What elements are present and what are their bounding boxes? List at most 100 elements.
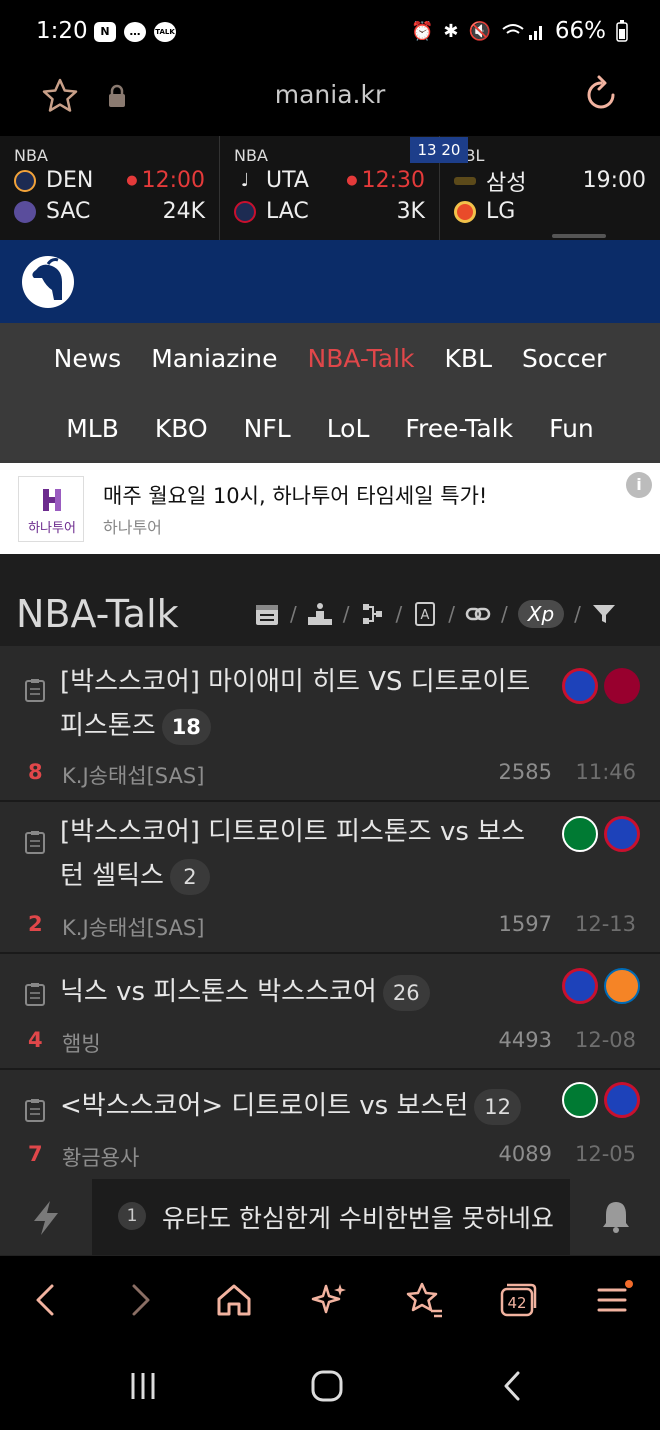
- nav-free-talk[interactable]: Free-Talk: [405, 414, 513, 443]
- bluetooth-icon: ✱: [443, 20, 459, 42]
- sparkle-icon[interactable]: [310, 1280, 350, 1320]
- post-title[interactable]: [박스스코어] 디트로이트 피스톤즈 vs 보스턴 셀틱스 2: [60, 810, 544, 898]
- post-clipboard-icon: [25, 831, 45, 854]
- category-nav: News Maniazine NBA-Talk KBL Soccer MLB K…: [0, 323, 660, 463]
- ticker-message[interactable]: 1 유타도 한심한게 수비한번을 못하네요: [92, 1179, 570, 1255]
- ad-banner[interactable]: 하나투어 매주 월요일 10시, 하나투어 타임세일 특가! 하나투어 i: [0, 463, 660, 554]
- home-team: 삼성: [486, 170, 527, 196]
- knicks-logo-icon: [604, 968, 640, 1004]
- notification-bell-icon[interactable]: [600, 1199, 632, 1233]
- post-item-4[interactable]: <박스스코어> 디트로이트 vs 보스턴 12 7 황금용사 4089 12-05: [0, 1070, 660, 1182]
- game-card-2[interactable]: NBA ♩ UTA 12:30 LAC 3K: [220, 136, 440, 240]
- post-author[interactable]: 햄빙: [62, 1028, 101, 1058]
- nav-fun[interactable]: Fun: [549, 414, 594, 443]
- post-title[interactable]: 닉스 vs 피스톤스 박스스코어 26: [60, 970, 544, 1014]
- browser-url-bar: mania.kr: [0, 64, 660, 136]
- ad-info-icon[interactable]: i: [626, 472, 652, 498]
- pistons-logo-icon: [604, 816, 640, 852]
- pistons-logo-icon: [562, 668, 598, 704]
- svg-text:A: A: [421, 608, 430, 623]
- board-toolbar: / / / A / / Xp /: [254, 600, 617, 628]
- nav-nfl[interactable]: NFL: [244, 414, 291, 443]
- calendar-icon[interactable]: [254, 601, 280, 627]
- system-back-icon[interactable]: [496, 1369, 530, 1403]
- post-rank: 8: [28, 760, 43, 784]
- game-league: KBL: [454, 146, 485, 165]
- nav-mlb[interactable]: MLB: [66, 414, 119, 443]
- comment-count: 18: [161, 708, 211, 745]
- post-author[interactable]: K.J송태섭[SAS]: [62, 760, 204, 790]
- nav-kbl[interactable]: KBL: [445, 344, 492, 373]
- post-author[interactable]: K.J송태섭[SAS]: [62, 912, 204, 942]
- system-navigation-bar: [0, 1345, 660, 1430]
- back-arrow-icon[interactable]: [26, 1280, 66, 1320]
- nav-nba-talk[interactable]: NBA-Talk: [308, 344, 415, 373]
- nav-lol[interactable]: LoL: [327, 414, 370, 443]
- post-clipboard-icon: [25, 1099, 45, 1122]
- ad-title: 매주 월요일 10시, 하나투어 타임세일 특가!: [103, 484, 488, 508]
- game-card-1[interactable]: NBA DEN 12:00 SAC 24K: [0, 136, 220, 240]
- bookmarks-star-icon[interactable]: [404, 1280, 444, 1320]
- away-team: LAC: [266, 199, 309, 224]
- menu-icon[interactable]: [594, 1280, 634, 1320]
- post-list: [박스스코어] 마이애미 히트 VS 디트로이트 피스톤즈 18 8 K.J송태섭[…: [0, 646, 660, 1182]
- ad-logo: 하나투어: [18, 476, 84, 542]
- post-clipboard-icon: [25, 983, 45, 1006]
- post-title[interactable]: <박스스코어> 디트로이트 vs 보스턴 12: [60, 1084, 544, 1128]
- text-edit-icon[interactable]: A: [412, 601, 438, 627]
- ranking-podium-icon[interactable]: [307, 601, 333, 627]
- message-notification-icon: …: [124, 22, 146, 42]
- game-card-3[interactable]: KBL 삼성 19:00 LG: [440, 136, 660, 240]
- lg-logo-icon: [454, 200, 476, 223]
- battery-percent: 66%: [554, 18, 606, 44]
- ticker-text: 유타도 한심한게 수비한번을 못하네요: [162, 1204, 554, 1233]
- battery-icon: [616, 20, 628, 42]
- lightning-icon[interactable]: [28, 1199, 64, 1237]
- site-logo-icon[interactable]: [22, 256, 74, 308]
- game-league: NBA: [234, 146, 268, 165]
- post-rank: 2: [28, 912, 43, 936]
- browser-toolbar: 42: [0, 1255, 660, 1345]
- post-date: 12-13: [574, 912, 636, 936]
- post-views: 4493: [498, 1028, 552, 1052]
- nav-news[interactable]: News: [54, 344, 122, 373]
- comment-count: 12: [474, 1088, 521, 1125]
- game-time: 12:30: [346, 168, 425, 193]
- post-title[interactable]: [박스스코어] 마이애미 히트 VS 디트로이트 피스톤즈 18: [60, 660, 544, 748]
- site-header: [0, 240, 660, 323]
- forward-arrow-icon[interactable]: [120, 1280, 160, 1320]
- link-icon[interactable]: [465, 601, 491, 627]
- home-button-icon[interactable]: [310, 1369, 344, 1403]
- system-indicators: ⏰ ✱ 🔇 66%: [411, 18, 628, 44]
- url-text[interactable]: mania.kr: [0, 80, 660, 109]
- post-item-2[interactable]: [박스스코어] 디트로이트 피스톤즈 vs 보스턴 셀틱스 2 2 K.J송태섭[S…: [0, 802, 660, 954]
- kakaotalk-notification-icon: TALK: [154, 22, 176, 42]
- bracket-icon[interactable]: [360, 601, 386, 627]
- filter-funnel-icon[interactable]: [591, 601, 617, 627]
- tabs-icon[interactable]: 42: [498, 1280, 538, 1320]
- ad-sponsor: 하나투어: [103, 518, 162, 537]
- den-logo-icon: [14, 169, 36, 192]
- nav-maniazine[interactable]: Maniazine: [151, 344, 277, 373]
- game-league: NBA: [14, 146, 48, 165]
- post-item-1[interactable]: [박스스코어] 마이애미 히트 VS 디트로이트 피스톤즈 18 8 K.J송태섭[…: [0, 646, 660, 802]
- nav-soccer[interactable]: Soccer: [522, 344, 606, 373]
- reload-icon[interactable]: [580, 74, 622, 116]
- alarm-icon: ⏰: [410, 20, 434, 42]
- home-team: DEN: [46, 168, 94, 193]
- game-time: 19:00: [582, 168, 646, 193]
- recent-apps-icon[interactable]: [126, 1369, 160, 1403]
- away-team: SAC: [46, 199, 91, 224]
- xp-filter-button[interactable]: Xp: [517, 600, 565, 628]
- home-icon[interactable]: [214, 1280, 254, 1320]
- live-scores-strip: NBA DEN12:00 SAC24K NBA ♩UTA12:30 LAC3K …: [0, 136, 660, 240]
- post-item-3[interactable]: 닉스 vs 피스톤스 박스스코어 26 4 햄빙 4493 12-08: [0, 954, 660, 1070]
- nav-kbo[interactable]: KBO: [155, 414, 208, 443]
- post-rank: 7: [28, 1142, 43, 1166]
- post-author[interactable]: 황금용사: [62, 1142, 139, 1172]
- status-time: 1:20: [36, 18, 88, 44]
- ticker-number: 1: [118, 1202, 146, 1230]
- notification-icons: N … TALK: [94, 22, 176, 42]
- uta-logo-icon: ♩: [240, 169, 250, 191]
- ad-logo-text: 하나투어: [28, 521, 76, 536]
